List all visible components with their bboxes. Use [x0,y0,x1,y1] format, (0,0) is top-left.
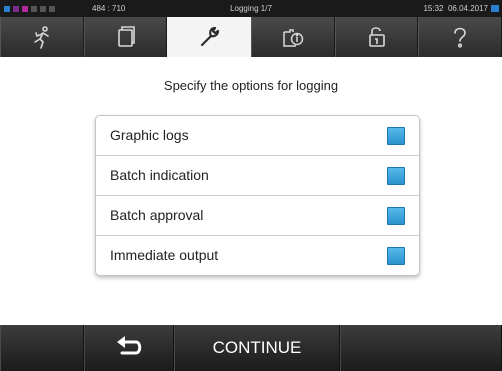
checkbox-immediate-output[interactable] [387,247,405,265]
tab-help[interactable] [418,17,502,57]
status-bar: 484 : 710 Logging 1/7 15:32 06.04.2017 [0,0,502,17]
flag-icon [491,5,499,12]
status-date: 06.04.2017 [447,4,488,13]
tab-documents[interactable] [83,17,168,57]
instruction-text: Specify the options for logging [163,78,339,93]
option-immediate-output[interactable]: Immediate output [96,236,419,275]
checkbox-batch-indication[interactable] [387,167,405,185]
footer-spacer [340,325,502,371]
option-batch-approval[interactable]: Batch approval [96,196,419,236]
footer-bar: CONTINUE [0,325,502,371]
status-time: 15:32 [423,4,444,13]
checkbox-graphic-logs[interactable] [387,127,405,145]
tab-access[interactable] [334,17,419,57]
unlock-icon [368,27,385,47]
tab-program[interactable] [0,17,84,57]
logging-options-list: Graphic logs Batch indication Batch appr… [95,115,420,276]
help-icon [454,27,466,48]
status-datetime: 15:32 06.04.2017 [423,0,488,17]
info-clipboard-icon [283,29,304,47]
option-label: Batch approval [110,207,204,223]
back-arrow-icon [117,336,142,355]
running-person-icon [34,26,49,49]
option-label: Graphic logs [110,127,189,143]
continue-button[interactable]: CONTINUE [174,325,340,371]
option-graphic-logs[interactable]: Graphic logs [96,116,419,156]
checkbox-batch-approval[interactable] [387,207,405,225]
option-label: Batch indication [110,167,209,183]
document-icon [117,26,135,47]
option-batch-indication[interactable]: Batch indication [96,156,419,196]
wrench-icon [201,26,220,47]
tab-setup[interactable] [167,17,252,57]
main-content: Specify the options for logging Graphic … [0,57,502,325]
option-label: Immediate output [110,247,219,263]
back-button[interactable] [84,325,174,371]
tab-info[interactable] [251,17,335,57]
footer-spacer [0,325,84,371]
main-navigation [0,17,502,57]
